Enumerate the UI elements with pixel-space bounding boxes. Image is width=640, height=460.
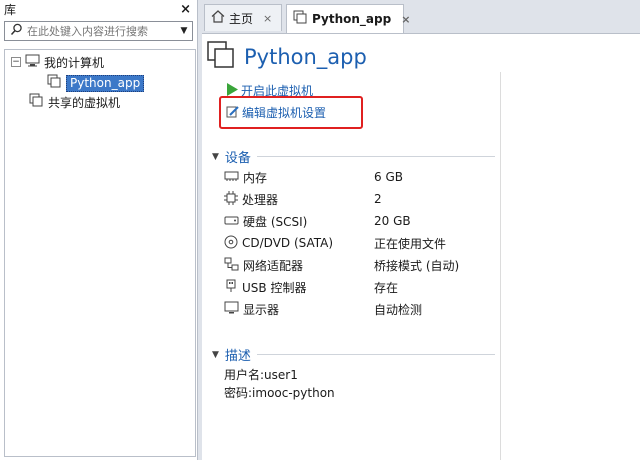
tab-bar: 主页 × Python_app × <box>202 0 640 33</box>
memory-icon <box>224 170 239 185</box>
device-row-usb[interactable]: USB 控制器 存在 <box>224 277 494 297</box>
device-value: 2 <box>374 192 382 206</box>
column-divider <box>500 72 501 460</box>
close-icon[interactable]: × <box>180 2 191 17</box>
device-name: 内存 <box>243 170 268 185</box>
description-title: 描述 <box>224 349 251 364</box>
tree-label-shared-vms: 共享的虚拟机 <box>48 95 121 110</box>
cpu-icon <box>224 190 238 208</box>
shared-vm-icon <box>29 93 44 111</box>
collapse-icon[interactable]: − <box>11 57 21 67</box>
device-value: 自动检测 <box>374 302 423 317</box>
device-value: 20 GB <box>374 214 411 228</box>
network-icon <box>224 257 239 274</box>
vm-header: Python_app <box>206 40 367 73</box>
highlight-annotation <box>219 96 363 129</box>
device-value: 存在 <box>374 280 399 295</box>
description-section-header[interactable]: ▼ 描述 <box>212 345 495 364</box>
devices-section-header[interactable]: ▼ 设备 <box>212 147 495 166</box>
library-header: 库 × <box>0 0 197 18</box>
tab-home[interactable]: 主页 × <box>204 4 282 31</box>
device-value: 桥接模式 (自动) <box>374 258 460 273</box>
device-name: CD/DVD (SATA) <box>242 236 334 250</box>
library-panel: 库 × ▼ − 我的计算机 Python_app 共享的虚拟机 <box>0 0 198 460</box>
device-row-disk[interactable]: 硬盘 (SCSI) 20 GB <box>224 211 494 231</box>
chevron-down-icon[interactable]: ▼ <box>176 26 192 36</box>
computer-icon <box>25 54 40 70</box>
library-title: 库 <box>4 2 17 17</box>
tree-label-my-computer: 我的计算机 <box>44 55 105 70</box>
device-row-cd[interactable]: CD/DVD (SATA) 正在使用文件 <box>224 233 494 253</box>
main-area: 主页 × Python_app × Python_app 开启此虚拟机 编辑虚拟… <box>202 0 640 460</box>
tab-python-app[interactable]: Python_app × <box>286 4 410 33</box>
device-row-memory[interactable]: 内存 6 GB <box>224 167 494 187</box>
tab-home-label: 主页 <box>229 11 254 26</box>
tree-label-python-app: Python_app <box>66 74 145 92</box>
device-name: 处理器 <box>242 192 279 207</box>
device-name: 显示器 <box>243 302 280 317</box>
device-row-network[interactable]: 网络适配器 桥接模式 (自动) <box>224 255 494 275</box>
tree-item-shared-vms[interactable]: 共享的虚拟机 <box>29 93 120 111</box>
description-line: 用户名:user1 <box>224 368 298 382</box>
device-name: USB 控制器 <box>242 280 307 295</box>
device-value: 正在使用文件 <box>374 236 447 251</box>
close-icon[interactable]: × <box>263 12 272 25</box>
home-icon <box>211 10 225 26</box>
disk-icon <box>224 214 239 229</box>
device-value: 6 GB <box>374 170 403 184</box>
search-input[interactable] <box>27 24 176 38</box>
search-icon <box>5 23 27 40</box>
collapse-triangle-icon[interactable]: ▼ <box>212 152 219 162</box>
tree-item-python-app[interactable]: Python_app <box>47 74 145 92</box>
display-icon <box>224 301 239 318</box>
device-name: 网络适配器 <box>243 258 304 273</box>
library-search[interactable]: ▼ <box>4 21 193 41</box>
collapse-triangle-icon[interactable]: ▼ <box>212 350 219 360</box>
cd-icon <box>224 235 238 252</box>
tree-item-my-computer[interactable]: − 我的计算机 <box>11 53 104 71</box>
device-row-display[interactable]: 显示器 自动检测 <box>224 299 494 319</box>
library-tree: − 我的计算机 Python_app 共享的虚拟机 <box>4 49 196 457</box>
devices-title: 设备 <box>224 151 251 166</box>
description-line: 密码:imooc-python <box>224 386 335 400</box>
vm-summary: Python_app 开启此虚拟机 编辑虚拟机设置 ▼ 设备 内存 6 GB 处… <box>202 33 640 460</box>
page-title: Python_app <box>244 44 367 69</box>
tab-python-app-label: Python_app <box>312 12 392 26</box>
vm-large-icon <box>206 40 236 73</box>
vm-icon <box>47 74 62 92</box>
vm-icon <box>293 10 308 28</box>
device-name: 硬盘 (SCSI) <box>243 214 308 229</box>
device-row-cpu[interactable]: 处理器 2 <box>224 189 494 209</box>
close-icon[interactable]: × <box>401 13 410 26</box>
usb-icon <box>224 279 238 296</box>
